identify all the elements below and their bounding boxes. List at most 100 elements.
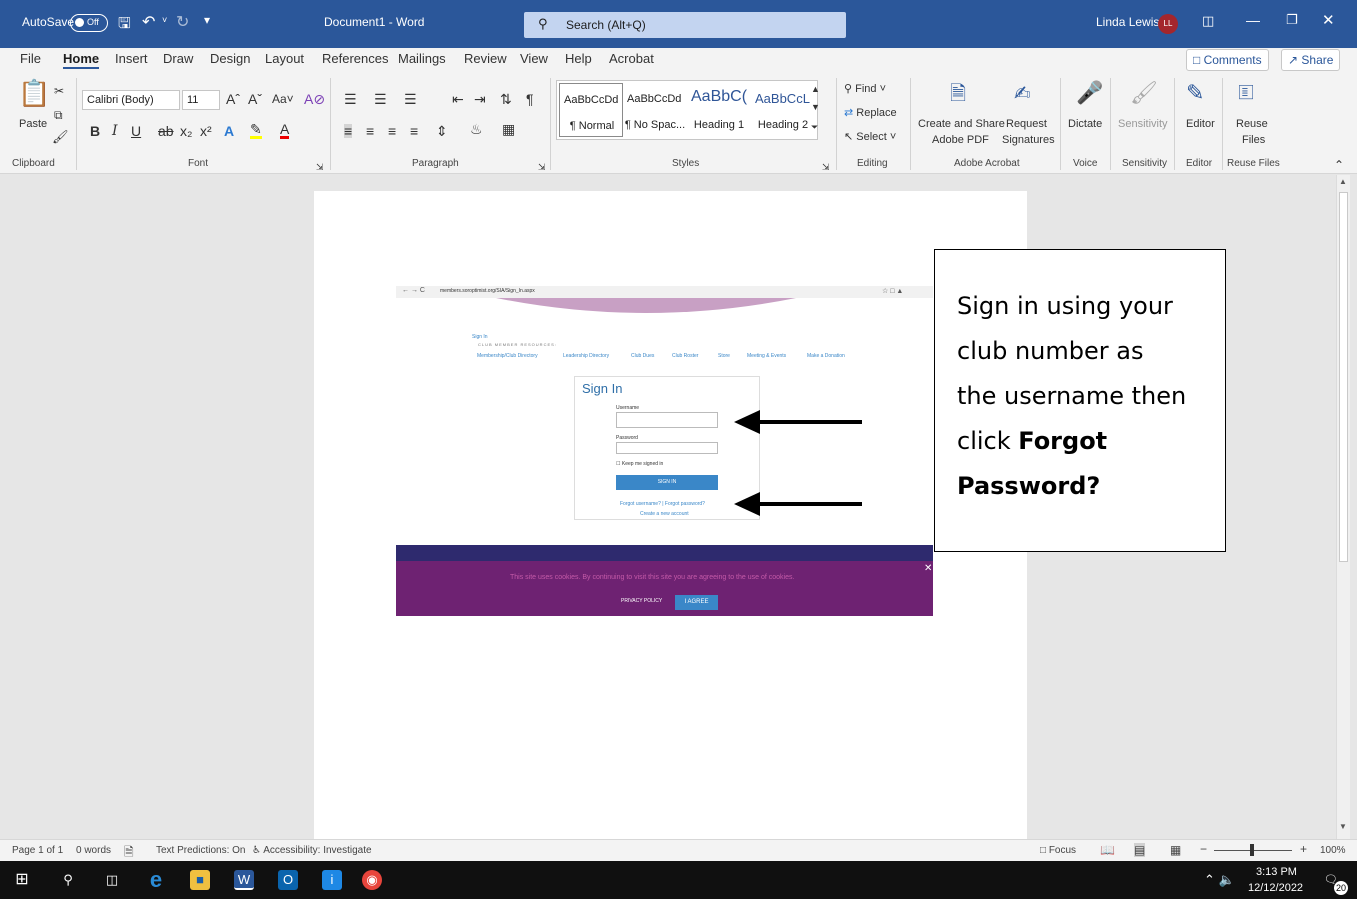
cut-icon[interactable]: ✂: [54, 84, 64, 98]
show-formatting-icon[interactable]: ¶: [526, 92, 534, 106]
text-predictions[interactable]: Text Predictions: On: [156, 845, 245, 856]
subscript-icon[interactable]: x₂: [180, 124, 192, 138]
bold-icon[interactable]: B: [90, 124, 100, 138]
editor-label[interactable]: Editor: [1186, 118, 1215, 130]
web-layout-icon[interactable]: ▦: [1170, 843, 1181, 857]
styles-dialog-launcher-icon[interactable]: ⇲: [822, 160, 830, 174]
print-layout-icon[interactable]: ▤: [1134, 843, 1146, 857]
create-account-link[interactable]: Create a new account: [640, 511, 689, 517]
italic-icon[interactable]: I: [112, 124, 118, 138]
format-painter-icon[interactable]: 🖌: [52, 130, 69, 144]
reuse-label[interactable]: Reuse: [1236, 118, 1268, 130]
reuse-label-2[interactable]: Files: [1242, 134, 1265, 146]
reuse-files-icon[interactable]: 🗉: [1238, 82, 1254, 104]
styles-more-icon[interactable]: ⏷: [811, 120, 818, 134]
font-size-combo[interactable]: 11: [182, 90, 220, 110]
nav-link[interactable]: Meeting & Events: [747, 353, 786, 359]
create-pdf-label-2[interactable]: Adobe PDF: [932, 134, 989, 146]
task-view-icon[interactable]: ◫: [102, 870, 122, 890]
multilevel-list-icon[interactable]: ☰: [404, 92, 417, 106]
undo-icon[interactable]: ↶: [142, 12, 155, 32]
redo-icon[interactable]: ↻: [176, 12, 189, 32]
nav-link[interactable]: Club Dues: [631, 353, 654, 359]
forgot-links[interactable]: Forgot username? | Forgot password?: [620, 501, 705, 507]
request-signatures-icon[interactable]: ✍: [1014, 84, 1031, 104]
save-icon[interactable]: 🖫: [118, 13, 131, 38]
username-field[interactable]: [616, 412, 718, 428]
word-count[interactable]: 0 words: [76, 845, 111, 856]
undo-dropdown-icon[interactable]: ˅: [162, 15, 167, 25]
password-field[interactable]: [616, 442, 718, 454]
clock-time[interactable]: 3:13 PM: [1256, 866, 1297, 878]
highlight-icon[interactable]: ✎: [250, 122, 262, 139]
privacy-policy-link[interactable]: PRIVACY POLICY: [621, 598, 662, 604]
tray-icons[interactable]: ⌃ 🔈: [1204, 870, 1235, 890]
replace-button[interactable]: ⇄ Replace: [844, 106, 897, 119]
breadcrumb[interactable]: Sign In: [472, 334, 488, 340]
tab-references[interactable]: References: [322, 51, 388, 66]
nav-link[interactable]: Leadership Directory: [563, 353, 609, 359]
select-button[interactable]: ↖ Select ˅: [844, 130, 896, 143]
grow-font-icon[interactable]: Aˆ: [226, 92, 240, 106]
tab-insert[interactable]: Insert: [115, 51, 148, 66]
tab-home[interactable]: Home: [63, 51, 100, 69]
edge-icon[interactable]: e: [146, 869, 166, 891]
tab-file[interactable]: File: [20, 51, 41, 66]
nav-link[interactable]: Club Roster: [672, 353, 698, 359]
close-icon[interactable]: ✕: [1322, 11, 1335, 29]
outlook-icon[interactable]: O: [278, 870, 298, 890]
search-box[interactable]: ⚲ Search (Alt+Q): [524, 12, 846, 38]
tab-acrobat[interactable]: Acrobat: [609, 51, 654, 66]
clock-date[interactable]: 12/12/2022: [1248, 882, 1303, 894]
underline-icon[interactable]: U: [131, 124, 141, 138]
superscript-icon[interactable]: x²: [200, 124, 212, 138]
ribbon-display-icon[interactable]: ◫: [1202, 13, 1214, 29]
callout-text-box[interactable]: Sign in using your club number as the us…: [934, 249, 1226, 552]
align-right-icon[interactable]: ≡: [388, 124, 396, 138]
zoom-slider-thumb[interactable]: [1250, 844, 1254, 856]
create-pdf-icon[interactable]: 🗎: [950, 84, 966, 104]
find-button[interactable]: ⚲ Find ˅: [844, 82, 886, 95]
microphone-icon[interactable]: 🎤: [1076, 82, 1103, 104]
nav-link[interactable]: Membership/Club Directory: [477, 353, 538, 359]
nav-link[interactable]: Make a Donation: [807, 353, 845, 359]
zoom-level[interactable]: 100%: [1320, 845, 1346, 856]
tab-draw[interactable]: Draw: [163, 51, 193, 66]
shading-icon[interactable]: ♨: [470, 122, 483, 136]
avatar[interactable]: LL: [1158, 14, 1178, 34]
borders-icon[interactable]: ▦: [502, 122, 515, 136]
bullets-icon[interactable]: ☰: [344, 92, 357, 106]
tab-help[interactable]: Help: [565, 51, 592, 66]
create-pdf-label[interactable]: Create and Share: [918, 118, 1005, 130]
paste-label[interactable]: Paste: [19, 118, 47, 130]
copy-icon[interactable]: ⧉: [54, 108, 63, 122]
style-no-spacing[interactable]: AaBbCcDd ¶ No Spac...: [623, 83, 687, 137]
tab-view[interactable]: View: [520, 51, 548, 66]
request-label[interactable]: Request: [1006, 118, 1047, 130]
tab-review[interactable]: Review: [464, 51, 507, 66]
sensitivity-label[interactable]: Sensitivity: [1118, 118, 1168, 130]
collapse-ribbon-icon[interactable]: ⌃: [1334, 158, 1344, 172]
style-normal[interactable]: AaBbCcDd ¶ Normal: [559, 83, 623, 137]
search-icon[interactable]: ⚲: [58, 870, 78, 890]
shrink-font-icon[interactable]: Aˇ: [248, 92, 262, 106]
style-heading-2[interactable]: AaBbCcL Heading 2: [751, 83, 815, 137]
agree-button[interactable]: I AGREE: [675, 595, 718, 610]
tab-mailings[interactable]: Mailings: [398, 51, 446, 66]
accessibility-status[interactable]: ♿ Accessibility: Investigate: [252, 845, 372, 856]
word-icon[interactable]: W: [234, 870, 254, 890]
increase-indent-icon[interactable]: ⇥: [474, 92, 486, 106]
page-count[interactable]: Page 1 of 1: [12, 845, 63, 856]
text-effects-icon[interactable]: A: [224, 124, 234, 138]
style-heading-1[interactable]: AaBbC( Heading 1: [687, 83, 751, 137]
numbering-icon[interactable]: ☰: [374, 92, 387, 106]
focus-button[interactable]: □ Focus: [1040, 845, 1076, 856]
scroll-down-icon[interactable]: ▼: [1339, 822, 1347, 831]
notification-icon[interactable]: 🗨 20: [1320, 869, 1348, 895]
clear-formatting-icon[interactable]: A⊘: [304, 92, 325, 106]
align-left-icon[interactable]: ≡: [344, 124, 353, 138]
read-mode-icon[interactable]: 📖: [1100, 843, 1115, 857]
share-button[interactable]: ↗ Share: [1281, 49, 1341, 71]
chrome-icon[interactable]: ◉: [362, 870, 382, 890]
editor-icon[interactable]: ✎: [1186, 82, 1204, 104]
